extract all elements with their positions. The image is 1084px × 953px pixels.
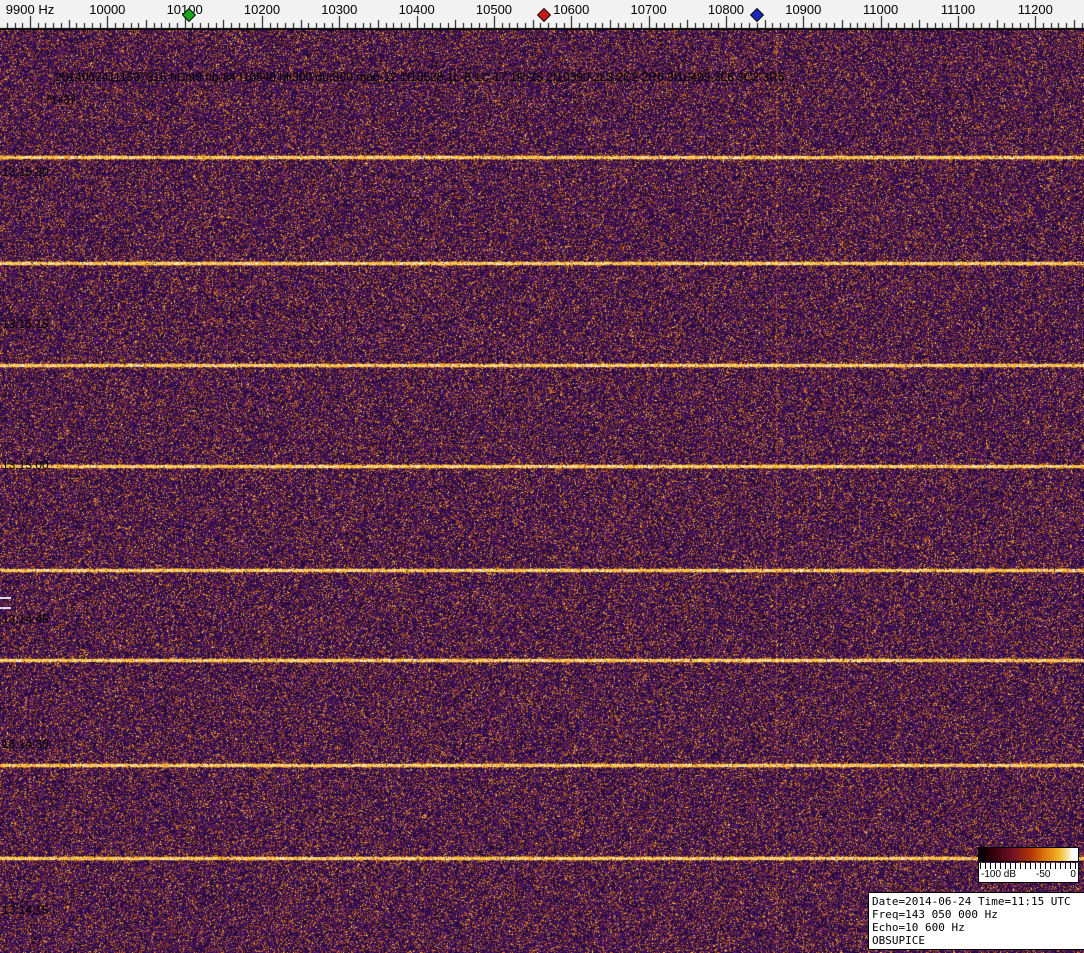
time-tick-label: 13:15:00 [2, 458, 49, 472]
freq-tick-label: 10700 [630, 2, 667, 17]
db-scale-box: -100 dB -50 0 [978, 863, 1079, 883]
time-tick-label: 13:14:30 [2, 737, 49, 751]
time-tick-label: 13:15:15 [2, 317, 49, 331]
detection-log-text: 20140624111537316 hCnt9 nb-84 f10548 hit… [55, 70, 785, 84]
freq-tick-label: 9900 Hz [5, 2, 55, 17]
db-min-label: -100 dB [981, 869, 1017, 880]
info-station-name: OBSUPICE [872, 934, 925, 947]
left-edge-tick [0, 607, 11, 609]
info-frequency: Freq=143 050 000 Hz [872, 908, 998, 921]
freq-tick-label: 10200 [243, 2, 281, 17]
waterfall-display[interactable]: 20140624111537316 hCnt9 nb-84 f10548 hit… [0, 30, 1084, 953]
time-tick-label: 13:15:30 [2, 165, 49, 179]
freq-tick-label: 10600 [553, 2, 590, 17]
info-echo-frequency: Echo=10 600 Hz [872, 921, 965, 934]
freq-tick-label: 11100 [940, 2, 976, 17]
freq-tick-label: 10900 [785, 2, 822, 17]
time-offset-text: ^t+37 [47, 93, 77, 107]
freq-tick-label: 10500 [475, 2, 513, 17]
frequency-ruler[interactable]: 9900 Hz 10000 10100 10200 10300 10400 10500 106… [0, 0, 1084, 30]
db-max-label: 0 [1070, 869, 1076, 880]
freq-tick-label: 10400 [398, 2, 435, 17]
station-info-box: Date=2014-06-24 Time=11:15 UTC Freq=143 … [868, 892, 1084, 950]
time-tick-label: 13:14:45 [2, 612, 49, 626]
waterfall-canvas[interactable] [0, 30, 1084, 953]
freq-tick-label: 11000 [863, 2, 899, 17]
left-edge-tick [0, 597, 11, 599]
db-color-scale: -100 dB -50 0 [978, 847, 1079, 883]
spectrogram-window: 9900 Hz 10000 10100 10200 10300 10400 10500 106… [0, 0, 1084, 953]
info-date-time: Date=2014-06-24 Time=11:15 UTC [872, 895, 1071, 908]
freq-tick-label: 10800 [707, 2, 745, 17]
freq-tick-label: 11200 [1017, 2, 1053, 17]
freq-tick-label: 10000 [89, 2, 126, 17]
db-mid-label: -50 [1036, 869, 1051, 880]
color-gradient-bar [978, 847, 1079, 862]
freq-tick-label: 10300 [321, 2, 358, 17]
time-tick-label: 13:14:15 [2, 903, 49, 917]
